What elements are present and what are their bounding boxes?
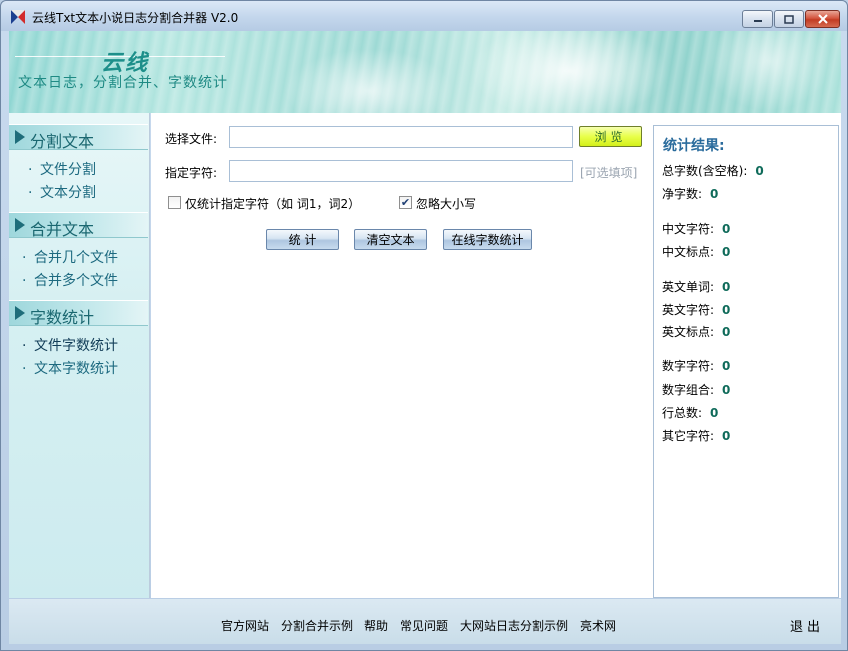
stat-total-with-spaces: 总字数(含空格): 0 (662, 164, 764, 178)
results-title: 统计结果: (663, 138, 725, 154)
ignore-case-checkbox[interactable]: ✔ (399, 196, 412, 209)
banner-slogan: 文本日志，分割合并、字数统计 (18, 75, 228, 91)
sidebar-section-title: 分割文本 (30, 132, 95, 151)
file-path-input[interactable] (229, 126, 573, 148)
chars-input[interactable] (229, 160, 573, 182)
play-arrow-icon (15, 130, 25, 144)
ignore-case-label: 忽略大小写 (416, 197, 477, 211)
clear-text-button[interactable]: 清空文本 (354, 229, 427, 250)
stat-digit-groups: 数字组合: 0 (662, 383, 731, 397)
link-split-merge-example[interactable]: 分割合并示例 (281, 617, 353, 634)
results-panel: 统计结果: 总字数(含空格): 0 净字数: 0 中文字符: 0 中文标点: 0 英文单… (653, 125, 839, 598)
online-count-button[interactable]: 在线字数统计 (443, 229, 532, 250)
title-bar[interactable]: 云线Txt文本小说日志分割合并器 V2.0 (1, 1, 847, 31)
link-log-split-example[interactable]: 大网站日志分割示例 (460, 617, 568, 634)
stat-chinese-punct: 中文标点: 0 (662, 245, 731, 259)
sidebar-item-text-count[interactable]: · 文本字数统计 (22, 358, 118, 378)
count-button[interactable]: 统 计 (266, 229, 339, 250)
check-icon: ✔ (400, 196, 411, 209)
sidebar: 分割文本 · 文件分割 · 文本分割 合并文本 · 合并几个文件 · 合并多个文件 字数… (9, 113, 150, 598)
link-faq[interactable]: 常见问题 (400, 617, 448, 634)
minimize-button[interactable] (742, 10, 773, 28)
sidebar-section-title: 字数统计 (30, 308, 95, 327)
sidebar-section-title: 合并文本 (30, 220, 95, 239)
close-icon (817, 14, 828, 24)
sidebar-item-file-count[interactable]: · 文件字数统计 (22, 335, 118, 355)
stat-digit-chars: 数字字符: 0 (662, 359, 731, 373)
link-official-site[interactable]: 官方网站 (221, 617, 269, 634)
sidebar-section-merge[interactable]: 合并文本 (9, 212, 148, 239)
link-help[interactable]: 帮助 (364, 617, 388, 634)
only-specified-checkbox[interactable] (168, 196, 181, 209)
stat-other-chars: 其它字符: 0 (662, 429, 731, 443)
banner: 云线 文本日志，分割合并、字数统计 (9, 31, 841, 113)
only-specified-label: 仅统计指定字符（如 词1，词2） (185, 197, 361, 211)
window-title: 云线Txt文本小说日志分割合并器 V2.0 (32, 11, 239, 25)
browse-button[interactable]: 浏览 (579, 126, 642, 147)
link-liangshu[interactable]: 亮术网 (580, 617, 616, 634)
results-area: 统计结果: 总字数(含空格): 0 净字数: 0 中文字符: 0 中文标点: 0 英文单… (649, 113, 841, 598)
chars-label: 指定字符: (165, 166, 218, 180)
footer: 官方网站 分割合并示例 帮助 常见问题 大网站日志分割示例 亮术网 退出 (9, 599, 841, 644)
close-button[interactable] (805, 10, 840, 28)
sidebar-item-text-split[interactable]: · 文本分割 (28, 182, 96, 202)
main-panel: 选择文件: 浏览 指定字符: [可选填项] 仅统计指定字符（如 词1，词2） ✔… (151, 113, 649, 598)
app-window: 云线Txt文本小说日志分割合并器 V2.0 云线 文本日志，分割合并、字数统计 … (0, 0, 848, 651)
app-logo-icon (11, 10, 25, 24)
exit-button[interactable]: 退出 (790, 616, 824, 635)
stat-line-count: 行总数: 0 (662, 406, 719, 420)
play-arrow-icon (15, 306, 25, 320)
sidebar-item-file-split[interactable]: · 文件分割 (28, 159, 96, 179)
stat-english-punct: 英文标点: 0 (662, 325, 731, 339)
minimize-icon (753, 20, 762, 22)
sidebar-item-merge-many[interactable]: · 合并多个文件 (22, 270, 118, 290)
stat-net-chars: 净字数: 0 (662, 187, 719, 201)
stat-english-chars: 英文字符: 0 (662, 303, 731, 317)
sidebar-item-merge-several[interactable]: · 合并几个文件 (22, 247, 118, 267)
chars-hint: [可选填项] (580, 166, 638, 180)
sidebar-section-split[interactable]: 分割文本 (9, 124, 148, 151)
maximize-button[interactable] (774, 10, 804, 28)
stat-chinese-chars: 中文字符: 0 (662, 222, 731, 236)
file-label: 选择文件: (165, 132, 218, 146)
maximize-icon (784, 14, 794, 24)
stat-english-words: 英文单词: 0 (662, 280, 731, 294)
play-arrow-icon (15, 218, 25, 232)
sidebar-section-count[interactable]: 字数统计 (9, 300, 148, 327)
